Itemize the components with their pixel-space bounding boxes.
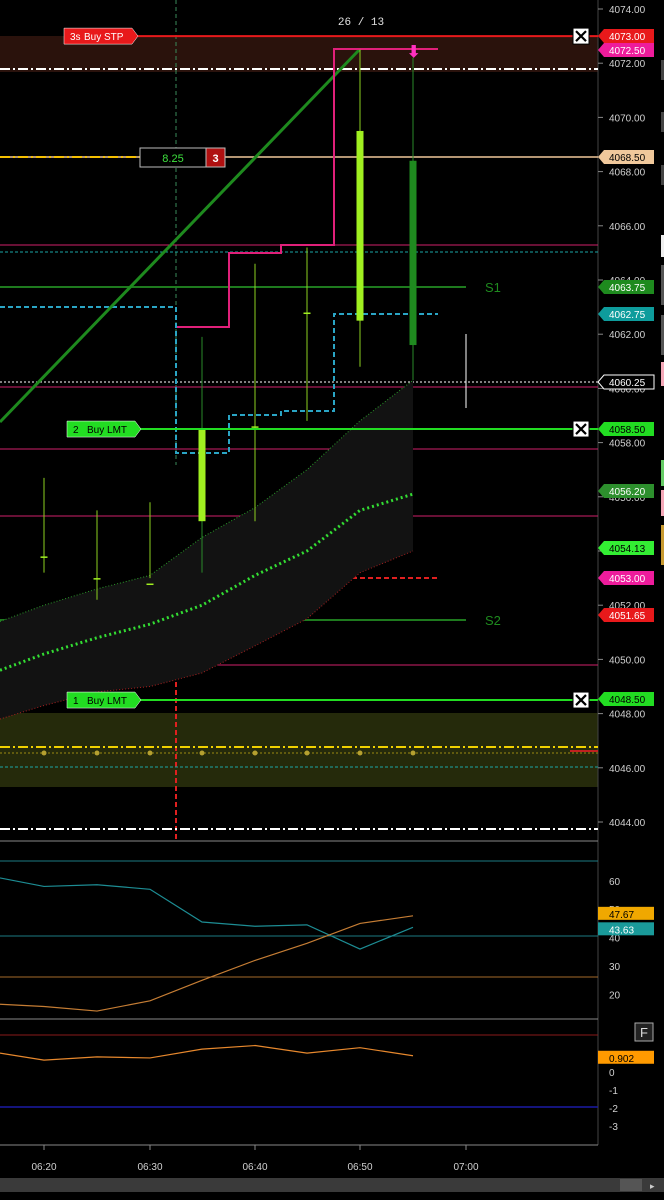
chart-canvas[interactable]: ▸ ⬇ 6040302047.6743.63 0-1-2-30.902 S1S2…	[0, 0, 664, 1200]
order-label: Buy LMT	[87, 696, 127, 707]
order-qty: 2	[73, 425, 79, 436]
momentum-tick-label: -1	[609, 1086, 618, 1097]
price-tag-text: 4058.50	[609, 425, 646, 436]
price-tag-text: 4056.20	[609, 487, 646, 498]
pivot-label: S2	[485, 613, 501, 628]
bar-counter: 26 / 13	[338, 17, 384, 29]
price-tag-text: 4054.13	[609, 544, 646, 555]
price-tick-label: 4070.00	[609, 113, 646, 124]
scroll-right-arrow-icon[interactable]: ▸	[650, 1181, 655, 1191]
price-tag-text: 4060.25	[609, 378, 646, 389]
position-box[interactable]: 8.25 3	[139, 147, 226, 168]
time-tick-label: 06:40	[242, 1162, 267, 1173]
value-area-band	[0, 713, 598, 787]
price-tick-label: 4066.00	[609, 222, 646, 233]
momentum-tick-label: -3	[609, 1122, 618, 1133]
price-tick-label: 4072.00	[609, 59, 646, 70]
f-button[interactable]: F	[634, 1022, 654, 1042]
momentum-tick-label: -2	[609, 1104, 618, 1115]
time-tick-label: 06:50	[347, 1162, 372, 1173]
price-tag-text: 4048.50	[609, 695, 646, 706]
down-arrow-icon: ⬇	[407, 44, 420, 61]
candle-body	[409, 160, 417, 346]
price-tag-text: 4053.00	[609, 574, 646, 585]
f-button-label: F	[640, 1025, 648, 1040]
pivot-label: S1	[485, 280, 501, 295]
time-tick-label: 06:30	[137, 1162, 162, 1173]
time-tick-label: 06:20	[31, 1162, 56, 1173]
candle-body	[93, 578, 101, 580]
candle-body	[146, 583, 154, 586]
osc-tick-label: 20	[609, 991, 621, 1002]
momentum-tick-label: 0	[609, 1068, 615, 1079]
order-label: Buy LMT	[87, 425, 127, 436]
price-tick-label: 4046.00	[609, 764, 646, 775]
price-tag-text: 4063.75	[609, 283, 646, 294]
price-tick-label: 4050.00	[609, 655, 646, 666]
price-tag-text: 4051.65	[609, 611, 646, 622]
momentum-value-tag-text: 0.902	[609, 1054, 634, 1065]
scrollbar-thumb[interactable]	[620, 1179, 642, 1191]
price-tick-label: 4062.00	[609, 330, 646, 341]
candle-body	[303, 312, 311, 315]
price-tick-label: 4044.00	[609, 818, 646, 829]
position-qty: 3	[212, 153, 218, 165]
price-tick-label: 4058.00	[609, 439, 646, 450]
time-tick-label: 07:00	[453, 1162, 478, 1173]
candle-body	[251, 426, 259, 428]
osc-tick-label: 60	[609, 877, 621, 888]
price-tag-text: 4073.00	[609, 32, 646, 43]
price-tag-text: 4068.50	[609, 153, 646, 164]
candle-body	[356, 130, 364, 321]
candle-body	[40, 556, 48, 558]
order-qty: 3s	[70, 32, 81, 43]
osc-value-tag-text: 47.67	[609, 910, 634, 921]
osc-value-tag-text: 43.63	[609, 925, 634, 936]
candle-body	[198, 429, 206, 522]
price-tick-label: 4074.00	[609, 5, 646, 16]
price-tick-label: 4068.00	[609, 168, 646, 179]
horizontal-scrollbar[interactable]	[0, 1178, 664, 1192]
position-pnl: 8.25	[162, 153, 183, 165]
price-tick-label: 4048.00	[609, 710, 646, 721]
price-tag-text: 4072.50	[609, 46, 646, 57]
price-tag-text: 4062.75	[609, 310, 646, 321]
order-qty: 1	[73, 696, 79, 707]
osc-tick-label: 30	[609, 962, 621, 973]
order-label: Buy STP	[84, 32, 124, 43]
